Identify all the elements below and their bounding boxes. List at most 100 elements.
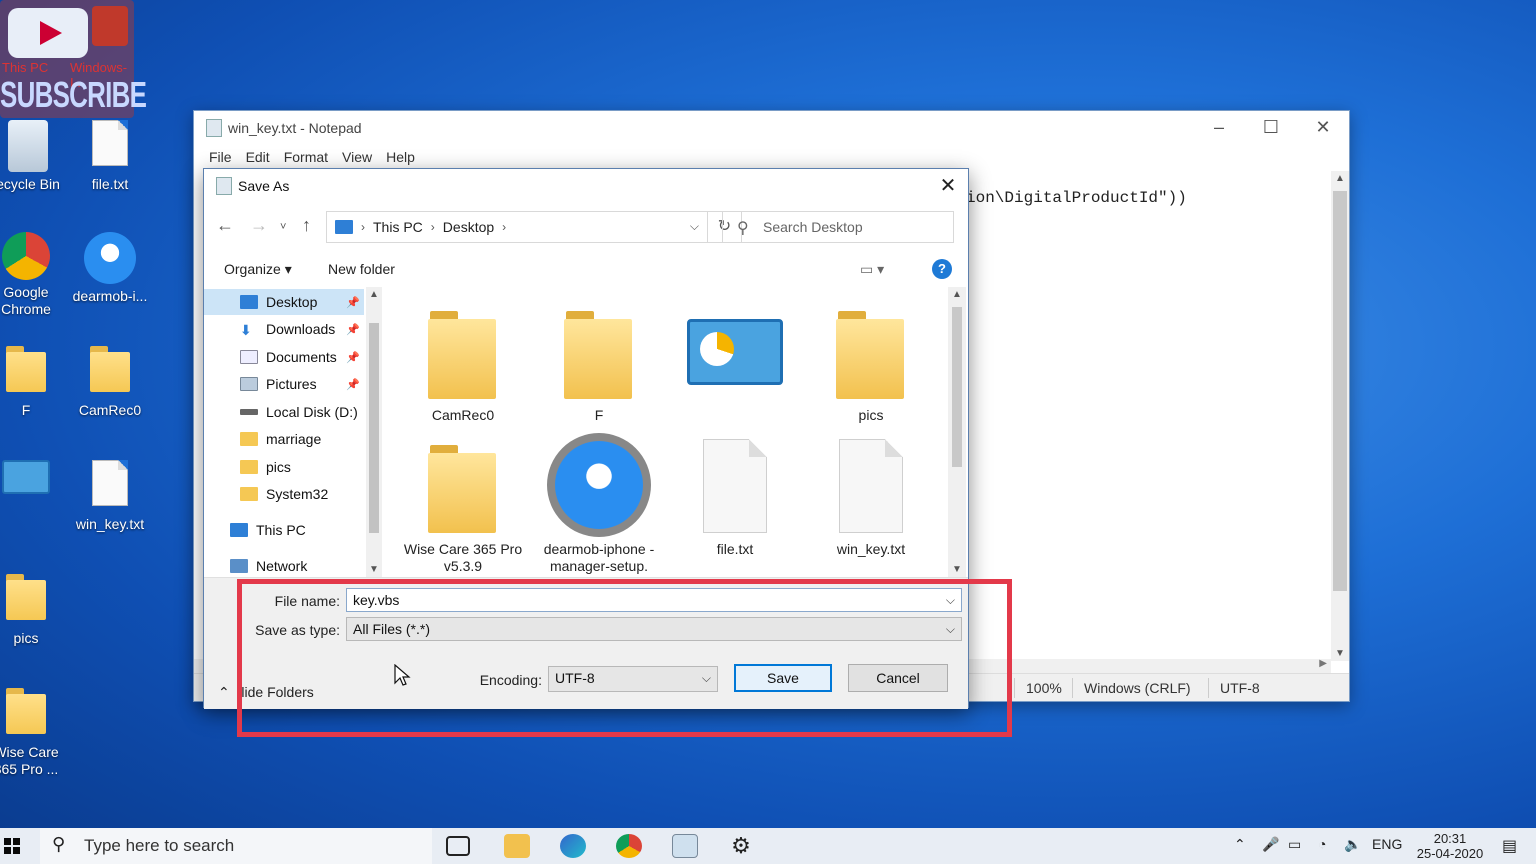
new-folder-button[interactable]: New folder <box>328 261 395 277</box>
desktop-icon-win-key[interactable]: win_key.txt <box>68 460 152 533</box>
scroll-up-icon[interactable]: ▲ <box>948 289 966 300</box>
folder-icon <box>428 439 498 535</box>
chevron-right-icon[interactable]: › <box>502 220 506 234</box>
taskbar-search-box[interactable]: ⚲ Type here to search <box>40 828 432 864</box>
file-item-label: dearmob-iphone -manager-setup. <box>543 541 655 574</box>
folder-icon <box>564 305 634 401</box>
back-arrow-icon[interactable]: ← <box>216 215 234 236</box>
nav-item-label: pics <box>266 459 291 475</box>
maximize-button[interactable]: ☐ <box>1245 111 1297 143</box>
nav-pane-scrollbar[interactable]: ▲ ▼ <box>366 287 382 577</box>
menu-file[interactable]: File <box>202 145 239 169</box>
microphone-icon[interactable]: 🎤 <box>1262 836 1279 853</box>
close-button[interactable]: ✕ <box>1297 111 1349 143</box>
nav-item-system32[interactable]: System32 <box>204 481 364 507</box>
file-item-f[interactable]: F <box>534 305 664 424</box>
notepad-title: win_key.txt - Notepad <box>228 120 362 136</box>
desktop-icon-chrome[interactable]: Google Chrome <box>0 232 68 318</box>
status-line-endings: Windows (CRLF) <box>1084 680 1191 696</box>
recent-locations-chevron-icon[interactable]: ˅ <box>280 221 286 233</box>
view-options-icon[interactable]: ▭ ▾ <box>860 261 884 278</box>
scroll-up-icon[interactable]: ▲ <box>1331 173 1349 184</box>
scroll-thumb[interactable] <box>369 323 379 533</box>
file-item-dearmob[interactable]: dearmob-iphone -manager-setup. <box>534 433 664 575</box>
chevron-right-icon[interactable]: › <box>431 220 435 234</box>
file-item-win-key[interactable]: win_key.txt <box>806 439 936 558</box>
task-view-icon[interactable] <box>446 836 470 856</box>
wifi-icon[interactable]: ◔ <box>1318 836 1326 852</box>
file-item-file-txt[interactable]: file.txt <box>670 439 800 558</box>
menu-view[interactable]: View <box>335 145 379 169</box>
windows-start-icon[interactable] <box>4 838 20 854</box>
notepad-text-area[interactable]: ion\DigitalProductId")) <box>966 189 1187 207</box>
desktop-icon-pics[interactable]: pics <box>0 574 68 647</box>
nav-item-documents[interactable]: Documents 📌 <box>204 344 364 370</box>
vertical-scrollbar[interactable]: ▲ ▼ <box>1331 171 1349 661</box>
chevron-right-icon[interactable]: › <box>361 220 365 234</box>
desktop-icon-file-txt[interactable]: file.txt <box>68 120 152 193</box>
file-list-scrollbar[interactable]: ▲ ▼ <box>948 287 966 577</box>
scroll-up-icon[interactable]: ▲ <box>366 289 382 300</box>
organize-button[interactable]: Organize ▾ <box>224 261 292 278</box>
up-arrow-icon[interactable]: ↑ <box>302 215 311 236</box>
help-icon[interactable]: ? <box>932 259 952 279</box>
desktop-icon-label: file.txt <box>91 176 129 192</box>
dialog-titlebar[interactable]: Save As <box>204 169 968 203</box>
edge-icon[interactable] <box>560 834 586 858</box>
clock-time: 20:31 <box>1433 831 1467 846</box>
scroll-down-icon[interactable]: ▼ <box>948 564 966 575</box>
pin-icon: 📌 <box>346 351 360 364</box>
notepad-icon[interactable] <box>672 834 698 858</box>
nav-item-this-pc[interactable]: This PC <box>204 517 364 543</box>
search-desktop-input[interactable]: ⚲ Search Desktop <box>722 211 954 243</box>
battery-icon[interactable]: ▭ <box>1288 836 1301 853</box>
nav-item-desktop[interactable]: Desktop 📌 <box>204 289 364 315</box>
desktop-icon-dearmob[interactable]: dearmob-i... <box>68 232 152 305</box>
breadcrumb-desktop[interactable]: Desktop <box>443 219 494 235</box>
volume-icon[interactable]: 🔈 <box>1344 836 1361 853</box>
desktop-icon-camrec0[interactable]: CamRec0 <box>68 346 152 419</box>
desktop-icon-label: F <box>21 402 31 418</box>
nav-item-pics[interactable]: pics <box>204 454 364 480</box>
control-panel-icon <box>2 460 50 494</box>
desktop-icon-recycle-bin[interactable]: ecycle Bin <box>0 120 70 193</box>
file-item-pics[interactable]: pics <box>806 305 936 424</box>
desktop-icon-f[interactable]: F <box>0 346 68 419</box>
desktop-icon-label: Google Chrome <box>1 284 51 317</box>
scroll-thumb[interactable] <box>1333 191 1347 591</box>
file-item-camrec0[interactable]: CamRec0 <box>398 305 528 424</box>
nav-item-local-disk[interactable]: Local Disk (D:) <box>204 399 364 425</box>
language-indicator[interactable]: ENG <box>1372 836 1402 852</box>
chevron-down-icon[interactable]: ⌵ <box>690 219 699 234</box>
minimize-button[interactable]: – <box>1193 111 1245 143</box>
show-hidden-icons-chevron-icon[interactable]: ⌃ <box>1234 836 1246 853</box>
menu-edit[interactable]: Edit <box>239 145 277 169</box>
notification-center-icon[interactable]: ▤ <box>1502 836 1517 856</box>
nav-item-marriage[interactable]: marriage <box>204 426 364 452</box>
text-file-icon <box>92 460 128 506</box>
scroll-down-icon[interactable]: ▼ <box>1331 648 1349 659</box>
file-explorer-icon[interactable] <box>504 834 530 858</box>
clock[interactable]: 20:31 25-04-2020 <box>1410 831 1490 861</box>
taskbar-search-placeholder: Type here to search <box>84 836 235 855</box>
forward-arrow-icon[interactable]: → <box>250 215 268 236</box>
scroll-right-icon[interactable]: ▶ <box>1319 658 1327 669</box>
scroll-thumb[interactable] <box>952 307 962 467</box>
notepad-titlebar[interactable]: win_key.txt - Notepad <box>194 111 1349 145</box>
address-bar[interactable]: › This PC › Desktop › ⌵ <box>326 211 708 243</box>
nav-item-downloads[interactable]: ⬇ Downloads 📌 <box>204 316 364 342</box>
dialog-close-button[interactable]: ✕ <box>934 173 962 199</box>
nav-item-pictures[interactable]: Pictures 📌 <box>204 371 364 397</box>
desktop-icon-control-panel[interactable] <box>0 460 68 498</box>
menu-help[interactable]: Help <box>379 145 422 169</box>
nav-item-network[interactable]: Network <box>204 553 364 579</box>
chrome-icon[interactable] <box>616 834 642 858</box>
settings-gear-icon[interactable]: ⚙ <box>728 834 754 858</box>
file-item-control-panel[interactable] <box>670 305 800 407</box>
desktop-icon-wise-care[interactable]: Wise Care 365 Pro ... <box>0 688 68 778</box>
scroll-down-icon[interactable]: ▼ <box>366 564 382 575</box>
breadcrumb-this-pc[interactable]: This PC <box>373 219 423 235</box>
menu-format[interactable]: Format <box>277 145 335 169</box>
highlight-box <box>237 579 1012 737</box>
file-item-wise-care[interactable]: Wise Care 365 Pro v5.3.9 <box>398 439 528 575</box>
